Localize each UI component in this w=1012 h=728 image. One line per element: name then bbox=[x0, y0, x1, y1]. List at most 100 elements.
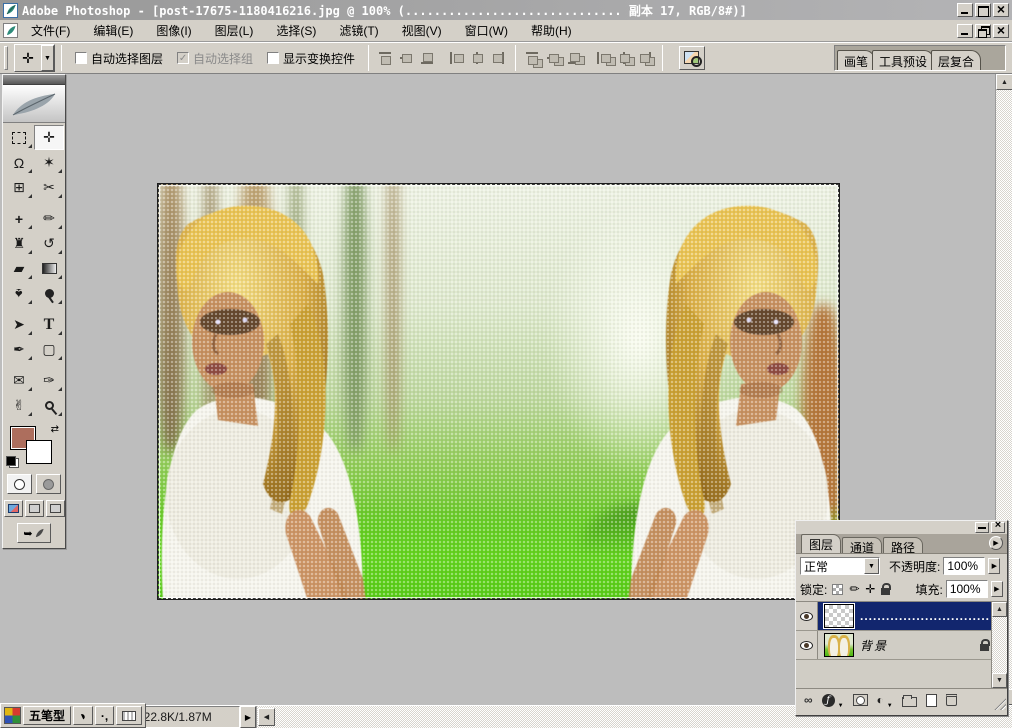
scroll-down-icon[interactable]: ▼ bbox=[992, 673, 1007, 688]
fullscreen-with-menu-button[interactable] bbox=[25, 500, 44, 517]
pen-tool[interactable]: ✒ bbox=[4, 337, 34, 362]
rectangular-marquee-tool[interactable] bbox=[4, 125, 34, 150]
distribute-vertical-centers-button[interactable] bbox=[545, 50, 562, 66]
layer-thumbnail-transparent[interactable] bbox=[824, 604, 854, 628]
lock-transparency-icon[interactable] bbox=[832, 584, 843, 595]
blur-tool[interactable]: ♠ bbox=[4, 281, 34, 306]
toolbox-title-bar[interactable] bbox=[3, 75, 65, 85]
align-bottom-edges-button[interactable] bbox=[419, 50, 436, 66]
align-left-edges-button[interactable] bbox=[448, 50, 465, 66]
layer-row-background[interactable]: 背景 bbox=[796, 631, 1007, 660]
adjustment-layer-icon[interactable]: ◐ bbox=[877, 693, 884, 707]
menu-file[interactable]: 文件(F) bbox=[22, 20, 79, 41]
palette-close-button[interactable] bbox=[991, 522, 1005, 533]
palette-resize-grip[interactable] bbox=[993, 697, 1006, 710]
distribute-bottom-edges-button[interactable] bbox=[566, 50, 583, 66]
show-transform-controls-checkbox[interactable]: 显示变换控件 bbox=[267, 50, 355, 67]
add-layer-mask-icon[interactable] bbox=[853, 694, 868, 706]
layer-row-1[interactable]: .................................. bbox=[796, 602, 1007, 631]
distribute-horizontal-centers-button[interactable] bbox=[616, 50, 633, 66]
menu-view[interactable]: 视图(V) bbox=[393, 20, 451, 41]
tool-dropdown-arrow-icon[interactable]: ▼ bbox=[41, 45, 54, 71]
palette-tab-layer-comps[interactable]: 层复合 bbox=[931, 50, 981, 70]
menu-layer[interactable]: 图层(L) bbox=[206, 20, 263, 41]
menu-help[interactable]: 帮助(H) bbox=[522, 20, 581, 41]
gradient-tool[interactable] bbox=[34, 256, 64, 281]
distribute-left-edges-button[interactable] bbox=[595, 50, 612, 66]
mdi-close-button[interactable] bbox=[993, 24, 1009, 38]
auto-select-group-checkbox[interactable]: ✓ 自动选择组 bbox=[177, 50, 253, 67]
eraser-tool[interactable]: ▰ bbox=[4, 256, 34, 281]
mdi-minimize-button[interactable] bbox=[957, 24, 973, 38]
menu-image[interactable]: 图像(I) bbox=[147, 20, 200, 41]
quick-mask-mode-button[interactable] bbox=[36, 474, 61, 494]
ime-punctuation-button[interactable]: ·, bbox=[95, 706, 114, 725]
brush-tool[interactable]: ✏ bbox=[34, 206, 64, 231]
align-right-edges-button[interactable] bbox=[490, 50, 507, 66]
type-tool[interactable]: T bbox=[34, 312, 64, 337]
menu-select[interactable]: 选择(S) bbox=[267, 20, 325, 41]
tab-paths[interactable]: 路径 bbox=[883, 537, 923, 553]
fill-input[interactable]: 100% bbox=[946, 580, 988, 598]
menu-filter[interactable]: 滤镜(T) bbox=[330, 20, 387, 41]
clone-stamp-tool[interactable]: ♜ bbox=[4, 231, 34, 256]
scroll-up-icon[interactable]: ▲ bbox=[992, 602, 1007, 617]
checkbox-box[interactable] bbox=[75, 52, 87, 64]
scroll-left-icon[interactable]: ◀ bbox=[258, 708, 275, 726]
palette-tab-brushes[interactable]: 画笔 bbox=[837, 50, 875, 70]
fullscreen-mode-button[interactable] bbox=[46, 500, 65, 517]
delete-layer-icon[interactable] bbox=[946, 694, 957, 706]
lasso-tool[interactable]: Ω bbox=[4, 150, 34, 175]
align-vertical-centers-button[interactable] bbox=[398, 50, 415, 66]
menu-window[interactable]: 窗口(W) bbox=[456, 20, 517, 41]
current-tool-button[interactable]: ✛ ▼ bbox=[14, 44, 55, 72]
file-browser-button[interactable] bbox=[679, 46, 705, 70]
new-group-icon[interactable] bbox=[902, 697, 917, 707]
align-top-edges-button[interactable] bbox=[377, 50, 394, 66]
visibility-toggle[interactable] bbox=[796, 631, 818, 659]
tab-channels[interactable]: 通道 bbox=[842, 537, 882, 553]
maximize-button[interactable] bbox=[975, 3, 991, 17]
document-canvas[interactable] bbox=[157, 183, 840, 600]
imageready-button[interactable]: ➥ bbox=[17, 523, 51, 543]
layer-style-icon[interactable]: ƒ bbox=[822, 694, 835, 707]
lock-position-icon[interactable]: ✛ bbox=[865, 582, 875, 596]
notes-tool[interactable]: ✉ bbox=[4, 368, 34, 393]
fill-arrow-icon[interactable]: ▶ bbox=[991, 581, 1003, 597]
lock-all-icon[interactable] bbox=[881, 588, 890, 595]
opacity-arrow-icon[interactable]: ▶ bbox=[988, 558, 1000, 574]
dodge-tool[interactable] bbox=[34, 281, 64, 306]
crop-tool[interactable]: ⊞ bbox=[4, 175, 34, 200]
path-selection-tool[interactable]: ➤ bbox=[4, 312, 34, 337]
title-bar[interactable]: Adobe Photoshop - [post-17675-1180416216… bbox=[0, 0, 1012, 20]
palette-title-bar[interactable] bbox=[796, 521, 1007, 534]
new-layer-icon[interactable] bbox=[926, 694, 937, 707]
palette-tab-tool-presets[interactable]: 工具预设 bbox=[872, 50, 934, 70]
standard-screen-mode-button[interactable] bbox=[4, 500, 23, 517]
align-horizontal-centers-button[interactable] bbox=[469, 50, 486, 66]
distribute-right-edges-button[interactable] bbox=[637, 50, 654, 66]
layer-name[interactable]: .................................. bbox=[860, 609, 989, 623]
tab-layers[interactable]: 图层 bbox=[801, 534, 841, 553]
blend-mode-select[interactable]: 正常 ▼ bbox=[800, 557, 880, 575]
blend-dropdown-icon[interactable]: ▼ bbox=[864, 558, 879, 574]
hand-tool[interactable]: ✌ bbox=[4, 393, 34, 418]
default-colors-icon[interactable] bbox=[6, 456, 19, 468]
options-bar-grip[interactable] bbox=[4, 46, 8, 70]
shape-tool[interactable]: ▢ bbox=[34, 337, 64, 362]
eyedropper-tool[interactable]: ✑ bbox=[34, 368, 64, 393]
distribute-top-edges-button[interactable] bbox=[524, 50, 541, 66]
palette-menu-button[interactable]: ▶ bbox=[989, 536, 1003, 550]
input-locale-icon[interactable] bbox=[4, 707, 21, 724]
toolbox-feather-logo[interactable] bbox=[3, 85, 65, 123]
move-tool[interactable]: ✛ bbox=[34, 125, 64, 150]
zoom-tool[interactable] bbox=[34, 393, 64, 418]
layer-name[interactable]: 背景 bbox=[860, 637, 980, 654]
magic-wand-tool[interactable]: ✶ bbox=[34, 150, 64, 175]
standard-mode-button[interactable] bbox=[7, 474, 32, 494]
link-layers-icon[interactable]: ∞ bbox=[804, 693, 813, 707]
layer-thumbnail-image[interactable] bbox=[824, 633, 854, 657]
slice-tool[interactable]: ✂ bbox=[34, 175, 64, 200]
checkbox-box[interactable]: ✓ bbox=[177, 52, 189, 64]
visibility-toggle[interactable] bbox=[796, 602, 818, 630]
